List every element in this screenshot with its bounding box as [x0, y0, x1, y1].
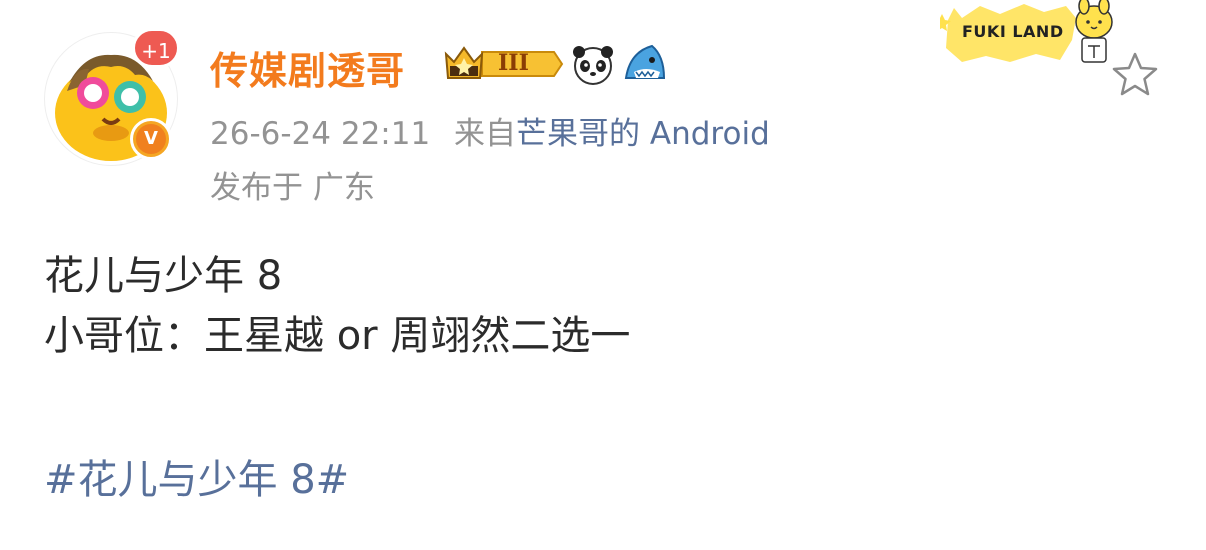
post-text-line-2: 小哥位：王星越 or 周翊然二选一: [44, 313, 631, 359]
favorite-star-button[interactable]: [1110, 50, 1160, 98]
post-content: 花儿与少年 8 小哥位：王星越 or 周翊然二选一: [44, 246, 630, 366]
fuki-land-decoration: FUKI LAND: [933, 0, 1122, 68]
verified-badge: V: [130, 118, 172, 160]
verified-badge-label: V: [136, 124, 166, 154]
notification-badge: +1: [132, 28, 180, 68]
hashtag-link[interactable]: #花儿与少年 8#: [44, 452, 349, 508]
level-badge[interactable]: III: [442, 42, 564, 86]
star-icon: [1112, 52, 1158, 96]
user-badges: III: [442, 42, 668, 86]
source-prefix: 来自: [454, 116, 517, 152]
post-timestamp: 26-6-24 22:11: [210, 116, 431, 152]
avatar-container[interactable]: +1 V: [44, 28, 180, 166]
panda-emoji-icon[interactable]: [570, 42, 616, 86]
post-location: 发布于 广东: [210, 170, 375, 206]
fuki-land-text: FUKI LAND: [962, 22, 1064, 41]
post-text-line-1: 花儿与少年 8: [44, 253, 283, 299]
level-badge-label: III: [498, 50, 529, 76]
shark-emoji-icon[interactable]: [622, 42, 668, 86]
weibo-post: +1 V 传媒剧透哥 III 26-6-24 22:11 来自芒果哥的 Andr…: [0, 0, 1206, 550]
post-source-link[interactable]: 芒果哥的 Android: [516, 116, 770, 152]
username[interactable]: 传媒剧透哥: [210, 40, 405, 95]
post-meta: 26-6-24 22:11 来自芒果哥的 Android: [210, 108, 770, 153]
